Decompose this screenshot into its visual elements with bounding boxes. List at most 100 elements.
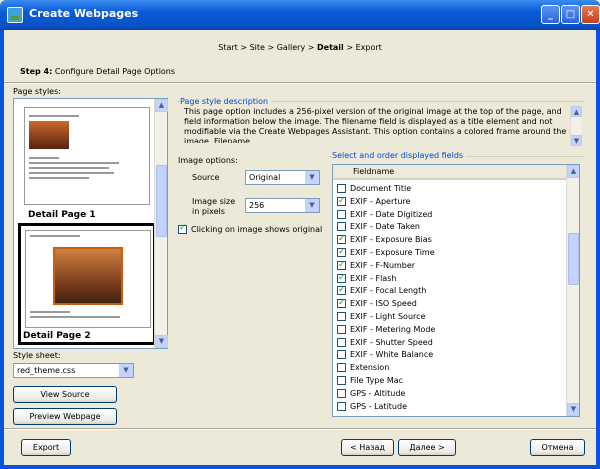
click-shows-original-label: Clicking on image shows original <box>191 225 323 234</box>
export-button[interactable]: Export <box>21 439 71 456</box>
style-sheet-select[interactable]: red_theme.css ▼ <box>13 363 134 378</box>
separator-bottom <box>4 428 596 430</box>
field-name: EXIF - Focal Length <box>350 286 427 296</box>
click-shows-original-checkbox[interactable]: Clicking on image shows original <box>178 223 323 234</box>
field-row[interactable]: EXIF - Light Source <box>337 310 425 323</box>
field-row[interactable]: EXIF - F-Number <box>337 259 415 272</box>
maximize-button[interactable]: □ <box>561 5 580 24</box>
field-row[interactable]: EXIF - Focal Length <box>337 284 426 297</box>
separator-top <box>4 82 596 84</box>
checkbox-unchecked-icon[interactable] <box>337 337 346 347</box>
minimize-button[interactable]: _ <box>541 5 560 24</box>
checkbox-checked-icon[interactable] <box>337 272 346 285</box>
step-number: Step 4: <box>20 67 53 76</box>
field-row[interactable]: Extension <box>337 361 389 374</box>
field-name: File Type Mac <box>350 376 404 385</box>
style-sheet-label: Style sheet: <box>13 351 61 360</box>
image-size-value: 256 <box>249 201 265 210</box>
field-name: EXIF - Date Digitized <box>350 209 433 219</box>
field-name: EXIF - Light Source <box>350 312 426 321</box>
field-row[interactable]: GPS - Altitude <box>337 387 405 400</box>
field-row[interactable]: EXIF - White Balance <box>337 348 433 361</box>
fields-scroll-thumb[interactable] <box>568 233 579 285</box>
chevron-down-icon[interactable]: ▼ <box>119 364 133 377</box>
chevron-down-icon[interactable]: ▼ <box>305 171 319 184</box>
image-options-label: Image options: <box>178 156 238 165</box>
field-row[interactable]: EXIF - ISO Speed <box>337 297 417 310</box>
checkbox-checked-icon[interactable] <box>337 284 346 297</box>
image-size-label-line1: Image size <box>192 197 236 206</box>
page-style-caption-2: Detail Page 2 <box>23 331 91 341</box>
field-row[interactable]: File Type Mac <box>337 374 403 387</box>
view-source-button[interactable]: View Source <box>13 386 117 403</box>
field-row[interactable]: EXIF - Metering Mode <box>337 323 435 336</box>
page-style-item-1[interactable]: Detail Page 1 <box>18 101 156 223</box>
page-style-preview-1 <box>24 107 150 205</box>
checkbox-unchecked-icon[interactable] <box>337 184 346 193</box>
chevron-down-icon[interactable]: ▼ <box>305 199 319 212</box>
field-row[interactable]: EXIF - Shutter Speed <box>337 336 433 349</box>
field-row[interactable]: GPS - Latitude <box>337 400 407 413</box>
checkbox-checked-icon[interactable] <box>337 246 346 259</box>
window-title: Create Webpages <box>29 7 139 20</box>
fields-list[interactable]: Fieldname Document Title EXIF - Aperture E… <box>332 164 580 417</box>
back-button[interactable]: < Назад <box>341 439 394 456</box>
scroll-up-icon[interactable]: ▲ <box>155 99 168 112</box>
field-row[interactable]: EXIF - Exposure Time <box>337 246 435 259</box>
checkbox-unchecked-icon[interactable] <box>337 324 346 334</box>
checkbox-unchecked-icon[interactable] <box>337 209 346 219</box>
field-name: Extension <box>350 363 390 373</box>
page-styles-list[interactable]: Detail Page 1 Detail Page 2 ▲ ▼ <box>13 98 168 349</box>
fields-scroll-down-icon[interactable]: ▼ <box>567 403 579 416</box>
field-row[interactable]: EXIF - Flash <box>337 272 396 285</box>
fields-scrollbar[interactable]: ▲ ▼ <box>566 165 579 416</box>
field-name: Document Title <box>350 184 412 193</box>
source-select[interactable]: Original ▼ <box>245 170 320 185</box>
checkbox-unchecked-icon[interactable] <box>337 350 346 360</box>
checkbox-checked-icon[interactable] <box>178 223 187 234</box>
checkbox-checked-icon[interactable] <box>337 195 346 208</box>
step-text: Configure Detail Page Options <box>52 67 176 76</box>
checkbox-unchecked-icon[interactable] <box>337 363 346 373</box>
field-row[interactable]: EXIF - Exposure Bias <box>337 233 432 246</box>
desc-scroll-up-icon[interactable]: ▲ <box>571 106 582 117</box>
field-name: EXIF - White Balance <box>350 350 434 360</box>
description-text: This page option includes a 256-pixel ve… <box>184 107 567 143</box>
field-name: GPS - Altitude <box>350 388 406 398</box>
preview-webpage-button[interactable]: Preview Webpage <box>13 408 117 425</box>
field-row[interactable]: EXIF - Aperture <box>337 195 410 208</box>
field-row[interactable]: EXIF - Date Digitized <box>337 208 432 221</box>
fields-title: Select and order displayed fields <box>332 151 467 160</box>
checkbox-unchecked-icon[interactable] <box>337 376 346 385</box>
window-frame-bottom <box>0 465 600 469</box>
field-name: EXIF - Exposure Bias <box>350 235 432 245</box>
cancel-button[interactable]: Отмена <box>530 439 585 456</box>
checkbox-unchecked-icon[interactable] <box>337 388 346 398</box>
checkbox-unchecked-icon[interactable] <box>337 222 346 232</box>
field-name: GPS - Latitude <box>350 401 407 411</box>
close-button[interactable]: ✕ <box>581 5 600 24</box>
field-name: EXIF - ISO Speed <box>350 299 417 309</box>
fieldname-column-header[interactable]: Fieldname <box>333 165 566 180</box>
field-row[interactable]: Document Title <box>337 182 411 195</box>
step-heading: Step 4: Configure Detail Page Options <box>20 67 175 76</box>
checkbox-checked-icon[interactable] <box>337 259 346 272</box>
description-scrollbar[interactable]: ▲ ▼ <box>570 106 582 146</box>
checkbox-checked-icon[interactable] <box>337 297 346 310</box>
checkbox-checked-icon[interactable] <box>337 233 346 246</box>
image-size-select[interactable]: 256 ▼ <box>245 198 320 213</box>
title-bar: Create Webpages _ □ ✕ <box>0 0 600 30</box>
field-row[interactable]: EXIF - Date Taken <box>337 220 420 233</box>
scroll-down-icon[interactable]: ▼ <box>155 335 168 348</box>
fields-scroll-up-icon[interactable]: ▲ <box>567 165 579 178</box>
checkbox-unchecked-icon[interactable] <box>337 312 346 321</box>
source-label: Source <box>192 173 220 182</box>
desc-scroll-down-icon[interactable]: ▼ <box>571 135 582 146</box>
next-button[interactable]: Далее > <box>398 439 456 456</box>
page-styles-scrollbar[interactable]: ▲ ▼ <box>154 99 168 348</box>
page-styles-label: Page styles: <box>13 87 61 96</box>
page-style-item-2[interactable]: Detail Page 2 <box>18 223 156 345</box>
window-frame-right <box>596 30 600 469</box>
scroll-thumb[interactable] <box>156 165 167 237</box>
checkbox-unchecked-icon[interactable] <box>337 401 346 411</box>
